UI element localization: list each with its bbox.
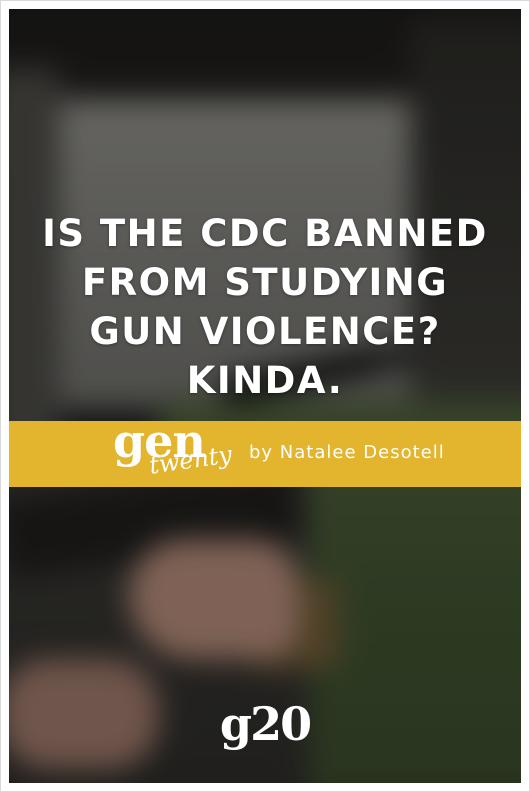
headline-line-1: IS THE CDC BANNED (42, 212, 488, 255)
g20-logo: g20 (219, 697, 312, 751)
pin-frame: IS THE CDC BANNED FROM STUDYING GUN VIOL… (0, 0, 530, 792)
headline: IS THE CDC BANNED FROM STUDYING GUN VIOL… (9, 209, 521, 405)
headline-line-2: FROM STUDYING (81, 261, 449, 304)
headline-line-3: GUN VIOLENCE? (89, 310, 441, 353)
author-byline: by Natalee Desotell (249, 442, 445, 463)
headline-line-4: KINDA. (186, 359, 344, 402)
article-poster[interactable]: IS THE CDC BANNED FROM STUDYING GUN VIOL… (9, 9, 521, 783)
byline-band: gen twenty by Natalee Desotell (9, 417, 521, 487)
